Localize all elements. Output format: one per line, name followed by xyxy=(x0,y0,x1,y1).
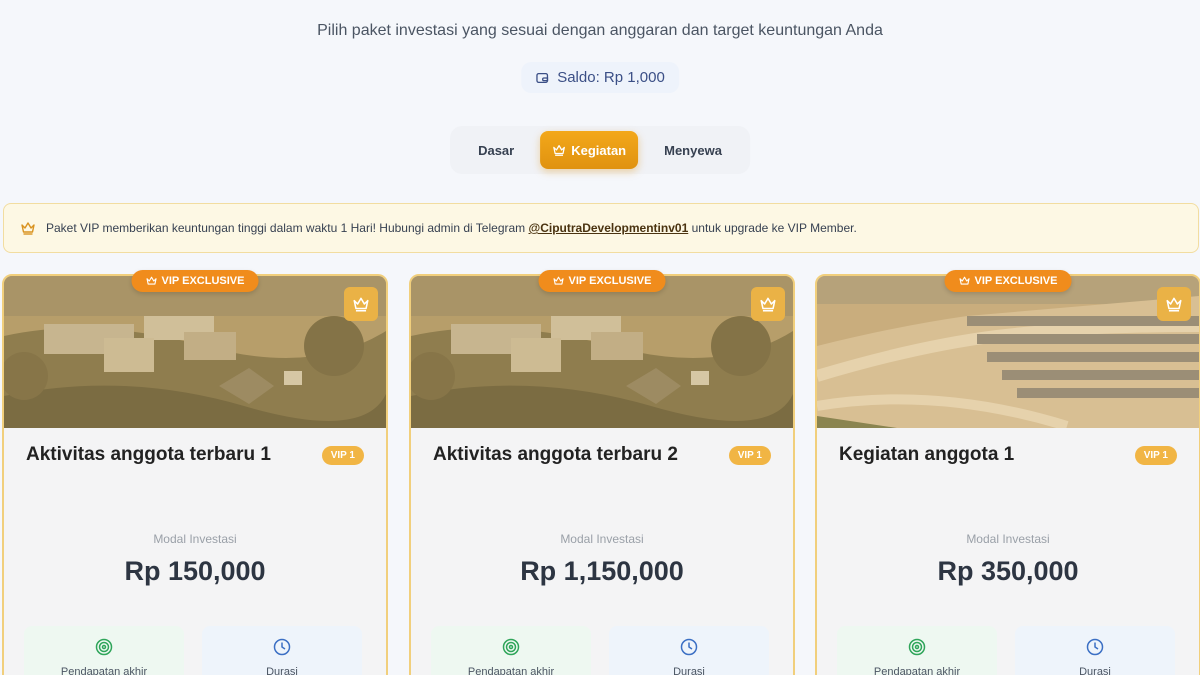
aerial-property-photo xyxy=(411,276,793,428)
duration-stat: Durasi xyxy=(609,626,769,675)
crown-icon xyxy=(553,276,564,285)
vip-level-badge: VIP 1 xyxy=(728,446,771,465)
package-card[interactable]: VIP EXCLUSIVE Kegiatan anggota 1 VIP 1 M… xyxy=(815,270,1200,675)
balance-badge: Saldo: Rp 1,000 xyxy=(521,62,679,93)
clock-icon xyxy=(680,638,698,656)
vip-level-badge: VIP 1 xyxy=(1134,446,1177,465)
notice-text: Paket VIP memberikan keuntungan tinggi d… xyxy=(46,221,857,235)
vip-level-badge: VIP 1 xyxy=(321,446,364,465)
final-income-stat: Pendapatan akhir xyxy=(837,626,997,675)
stat-label: Pendapatan akhir xyxy=(467,666,555,675)
aerial-housing-photo xyxy=(817,276,1199,428)
stat-label: Durasi xyxy=(1079,666,1111,675)
aerial-property-photo xyxy=(4,276,386,428)
tab-dasar[interactable]: Dasar xyxy=(458,131,534,169)
investment-price: Rp 1,150,000 xyxy=(520,556,684,586)
ribbon-label: VIP EXCLUSIVE xyxy=(161,275,245,287)
balance-text: Saldo: Rp 1,000 xyxy=(557,69,665,86)
crown-icon xyxy=(21,222,35,235)
property-image xyxy=(4,276,386,428)
crown-icon xyxy=(760,297,776,312)
target-icon xyxy=(95,638,113,656)
duration-stat: Durasi xyxy=(202,626,362,675)
tab-label: Kegiatan xyxy=(571,142,627,158)
crown-icon xyxy=(1166,297,1182,312)
investment-price: Rp 150,000 xyxy=(124,556,266,586)
telegram-link[interactable]: @CiputraDevelopmentinv01 xyxy=(529,221,689,235)
tab-label: Dasar xyxy=(478,142,515,158)
ribbon-label: VIP EXCLUSIVE xyxy=(974,275,1058,287)
final-income-stat: Pendapatan akhir xyxy=(24,626,184,675)
vip-exclusive-ribbon: VIP EXCLUSIVE xyxy=(131,270,259,292)
notice-text-after: untuk upgrade ke VIP Member. xyxy=(691,221,857,235)
investment-price: Rp 350,000 xyxy=(937,556,1079,586)
package-title: Aktivitas anggota terbaru 2 xyxy=(433,444,678,465)
package-card[interactable]: VIP EXCLUSIVE Aktivitas anggota terbaru … xyxy=(2,270,388,675)
tab-label: Menyewa xyxy=(664,142,722,158)
vip-crown-badge xyxy=(751,287,785,321)
target-icon xyxy=(502,638,520,656)
package-title: Kegiatan anggota 1 xyxy=(839,444,1015,465)
investment-label: Modal Investasi xyxy=(560,532,644,546)
crown-icon xyxy=(553,145,566,156)
crown-icon xyxy=(353,297,369,312)
wallet-icon xyxy=(536,72,549,83)
vip-exclusive-ribbon: VIP EXCLUSIVE xyxy=(944,270,1072,292)
investment-label: Modal Investasi xyxy=(153,532,237,546)
vip-exclusive-ribbon: VIP EXCLUSIVE xyxy=(538,270,666,292)
page-title-cropped xyxy=(0,0,1200,6)
crown-icon xyxy=(146,276,157,285)
page-subtitle: Pilih paket investasi yang sesuai dengan… xyxy=(317,22,883,39)
crown-icon xyxy=(959,276,970,285)
stat-label: Durasi xyxy=(266,666,298,675)
property-image xyxy=(411,276,793,428)
clock-icon xyxy=(1086,638,1104,656)
stat-label: Pendapatan akhir xyxy=(60,666,148,675)
final-income-stat: Pendapatan akhir xyxy=(431,626,591,675)
duration-stat: Durasi xyxy=(1015,626,1175,675)
package-title: Aktivitas anggota terbaru 1 xyxy=(26,444,271,465)
stat-label: Durasi xyxy=(673,666,705,675)
target-icon xyxy=(908,638,926,656)
vip-notice-banner: Paket VIP memberikan keuntungan tinggi d… xyxy=(3,203,1199,253)
property-image xyxy=(817,276,1199,428)
ribbon-label: VIP EXCLUSIVE xyxy=(568,275,652,287)
tab-menyewa[interactable]: Menyewa xyxy=(644,131,742,169)
stat-label: Pendapatan akhir xyxy=(873,666,961,675)
notice-text-before: Paket VIP memberikan keuntungan tinggi d… xyxy=(46,221,526,235)
package-tabs: Dasar Kegiatan Menyewa xyxy=(450,126,750,174)
package-card[interactable]: VIP EXCLUSIVE Aktivitas anggota terbaru … xyxy=(409,270,795,675)
vip-crown-badge xyxy=(344,287,378,321)
investment-label: Modal Investasi xyxy=(966,532,1050,546)
vip-crown-badge xyxy=(1157,287,1191,321)
clock-icon xyxy=(273,638,291,656)
tab-kegiatan[interactable]: Kegiatan xyxy=(540,131,639,169)
